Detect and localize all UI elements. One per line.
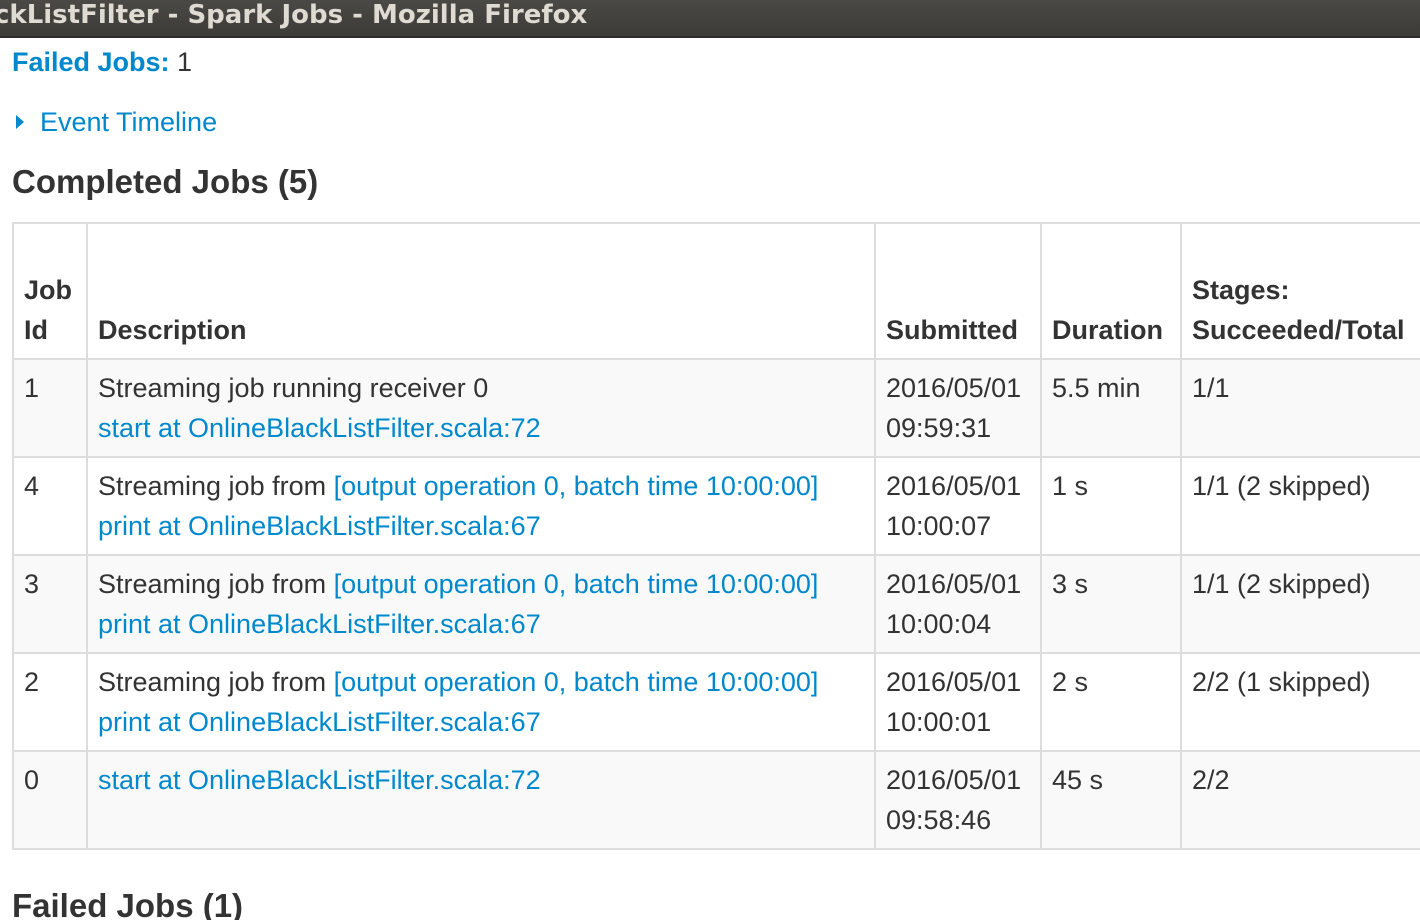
table-row: 4 Streaming job from [output operation 0… <box>12 456 1420 556</box>
page-content: Failed Jobs: 1 Event Timeline Completed … <box>0 38 1420 920</box>
submitted-cell: 2016/05/01 10:00:01 <box>874 652 1042 752</box>
callsite-link[interactable]: start at OnlineBlackListFilter.scala:72 <box>98 760 864 800</box>
job-id-cell: 0 <box>12 750 88 850</box>
description-line: Streaming job from [output operation 0, … <box>98 662 864 702</box>
submitted-date: 2016/05/01 <box>886 373 1022 403</box>
stages-cell: 2/2 <box>1180 750 1420 850</box>
job-id-cell: 1 <box>12 358 88 458</box>
submitted-time: 10:00:01 <box>886 707 992 737</box>
stages-cell: 2/2 (1 skipped) <box>1180 652 1420 752</box>
description-line: Streaming job from [output operation 0, … <box>98 466 864 506</box>
description-cell: Streaming job from [output operation 0, … <box>86 456 876 556</box>
table-header-row: Job Id Description Submitted Duration St… <box>12 222 1420 360</box>
table-row: 1 Streaming job running receiver 0 start… <box>12 358 1420 458</box>
event-timeline-toggle[interactable]: Event Timeline <box>16 104 217 140</box>
duration-cell: 1 s <box>1040 456 1182 556</box>
description-line: Streaming job running receiver 0 <box>98 368 864 408</box>
completed-jobs-table: Job Id Description Submitted Duration St… <box>12 222 1420 850</box>
failed-jobs-summary-link[interactable]: Failed Jobs: <box>12 47 170 77</box>
stages-cell: 1/1 <box>1180 358 1420 458</box>
duration-cell: 45 s <box>1040 750 1182 850</box>
stages-cell: 1/1 (2 skipped) <box>1180 554 1420 654</box>
table-row: 0 start at OnlineBlackListFilter.scala:7… <box>12 750 1420 850</box>
table-row: 2 Streaming job from [output operation 0… <box>12 652 1420 752</box>
description-text: Streaming job running receiver 0 <box>98 373 489 403</box>
job-id-cell: 4 <box>12 456 88 556</box>
callsite-link[interactable]: print at OnlineBlackListFilter.scala:67 <box>98 604 864 644</box>
submitted-date: 2016/05/01 <box>886 667 1022 697</box>
column-header-duration-label: Duration <box>1052 315 1163 345</box>
column-header-submitted[interactable]: Submitted <box>874 222 1042 360</box>
completed-jobs-table-container: Job Id Description Submitted Duration St… <box>12 222 1420 850</box>
description-text: Streaming job from <box>98 667 334 697</box>
column-header-description-label: Description <box>98 315 247 345</box>
description-text: Streaming job from <box>98 569 334 599</box>
batch-link[interactable]: [output operation 0, batch time 10:00:00… <box>334 471 819 501</box>
callsite-link[interactable]: print at OnlineBlackListFilter.scala:67 <box>98 702 864 742</box>
expand-triangle-icon <box>16 115 24 129</box>
job-id-cell: 3 <box>12 554 88 654</box>
duration-cell: 3 s <box>1040 554 1182 654</box>
description-cell: Streaming job running receiver 0 start a… <box>86 358 876 458</box>
failed-jobs-heading: Failed Jobs (1) <box>12 887 244 920</box>
description-line: Streaming job from [output operation 0, … <box>98 564 864 604</box>
submitted-cell: 2016/05/01 09:59:31 <box>874 358 1042 458</box>
window-title: ckListFilter - Spark Jobs - Mozilla Fire… <box>0 0 588 30</box>
description-cell: start at OnlineBlackListFilter.scala:72 <box>86 750 876 850</box>
column-header-job-id-line2: Id <box>24 315 48 345</box>
failed-jobs-count: 1 <box>177 47 193 77</box>
column-header-duration[interactable]: Duration <box>1040 222 1182 360</box>
duration-cell: 2 s <box>1040 652 1182 752</box>
event-timeline-label: Event Timeline <box>40 107 218 137</box>
submitted-date: 2016/05/01 <box>886 471 1022 501</box>
column-header-job-id[interactable]: Job Id <box>12 222 88 360</box>
batch-link[interactable]: [output operation 0, batch time 10:00:00… <box>334 569 819 599</box>
failed-jobs-summary: Failed Jobs: 1 <box>12 44 192 80</box>
column-header-submitted-label: Submitted <box>886 315 1018 345</box>
callsite-link[interactable]: print at OnlineBlackListFilter.scala:67 <box>98 506 864 546</box>
duration-cell: 5.5 min <box>1040 358 1182 458</box>
submitted-date: 2016/05/01 <box>886 569 1022 599</box>
submitted-date: 2016/05/01 <box>886 765 1022 795</box>
window-titlebar[interactable]: ckListFilter - Spark Jobs - Mozilla Fire… <box>0 0 1420 38</box>
description-cell: Streaming job from [output operation 0, … <box>86 652 876 752</box>
submitted-time: 10:00:07 <box>886 511 992 541</box>
submitted-time: 10:00:04 <box>886 609 992 639</box>
callsite-link[interactable]: start at OnlineBlackListFilter.scala:72 <box>98 408 864 448</box>
stages-cell: 1/1 (2 skipped) <box>1180 456 1420 556</box>
column-header-stages-line1: Stages: <box>1192 275 1290 305</box>
completed-jobs-heading: Completed Jobs (5) <box>12 163 319 200</box>
table-row: 3 Streaming job from [output operation 0… <box>12 554 1420 654</box>
description-text: Streaming job from <box>98 471 334 501</box>
job-id-cell: 2 <box>12 652 88 752</box>
submitted-cell: 2016/05/01 10:00:04 <box>874 554 1042 654</box>
description-cell: Streaming job from [output operation 0, … <box>86 554 876 654</box>
batch-link[interactable]: [output operation 0, batch time 10:00:00… <box>334 667 819 697</box>
column-header-stages[interactable]: Stages: Succeeded/Total <box>1180 222 1420 360</box>
submitted-time: 09:59:31 <box>886 413 992 443</box>
column-header-description[interactable]: Description <box>86 222 876 360</box>
submitted-time: 09:58:46 <box>886 805 992 835</box>
submitted-cell: 2016/05/01 09:58:46 <box>874 750 1042 850</box>
column-header-job-id-line1: Job <box>24 275 73 305</box>
submitted-cell: 2016/05/01 10:00:07 <box>874 456 1042 556</box>
column-header-stages-line2: Succeeded/Total <box>1192 315 1405 345</box>
